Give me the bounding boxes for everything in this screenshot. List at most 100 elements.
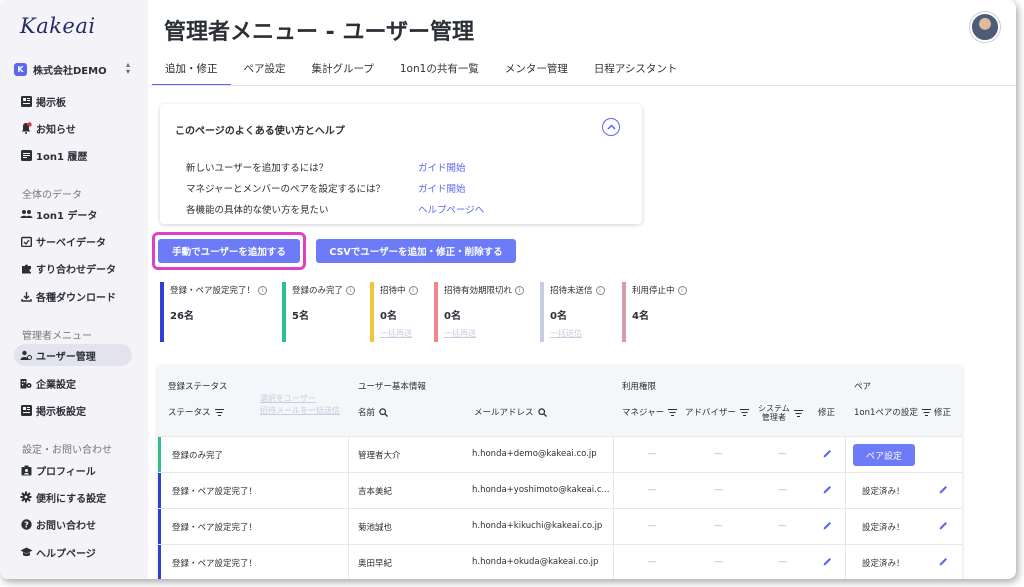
cell-status: 登録・ペア設定完了！: [172, 523, 258, 533]
sidebar-item-downloads[interactable]: 各種ダウンロード: [14, 285, 132, 307]
header-pair-setting[interactable]: 1on1ペアの設定: [854, 406, 931, 418]
header-label: マネジャー: [622, 408, 665, 418]
table-row[interactable]: 登録・ペア設定完了！ 奥田早紀 h.honda+okuda@kakeai.co.…: [158, 544, 962, 579]
sidebar-item-label: お問い合わせ: [36, 520, 96, 532]
pair-settings-button[interactable]: ペア設定: [853, 444, 915, 466]
cell-name: 菊池誠也: [358, 523, 393, 533]
info-icon[interactable]: i: [408, 285, 418, 295]
cell-advisor: —: [714, 521, 723, 531]
header-manager[interactable]: マネジャー: [622, 406, 678, 418]
select-user-link[interactable]: 選択をユーザー: [260, 393, 316, 404]
app-logo[interactable]: Kakeai: [20, 14, 96, 38]
sidebar-item-contact[interactable]: ? お問い合わせ: [14, 513, 132, 535]
cell-sysadmin: —: [778, 557, 787, 567]
group-header-basic-info: ユーザー基本情報: [358, 382, 426, 392]
info-icon[interactable]: i: [595, 285, 605, 295]
sidebar-item-1on1-history[interactable]: 1on1 履歴: [14, 144, 132, 166]
pencil-icon[interactable]: [938, 484, 949, 495]
search-icon[interactable]: [379, 407, 388, 417]
sidebar-item-board-settings[interactable]: 掲示板設定: [14, 399, 132, 421]
tab-add-edit[interactable]: 追加・修正: [152, 58, 231, 86]
header-status[interactable]: ステータス: [168, 406, 224, 418]
header-label: 管理者: [761, 413, 786, 422]
sidebar-item-label: サーベイデータ: [36, 237, 106, 249]
sidebar-item-user-management[interactable]: ユーザー管理: [14, 344, 132, 366]
section-label-admin: 管理者メニュー: [22, 331, 92, 342]
stat-invite-expired[interactable]: 招待有効期限切れ i 0名 一括再送: [434, 282, 534, 342]
manual-add-user-button[interactable]: 手動でユーザーを追加する: [158, 239, 300, 263]
filter-icon[interactable]: [668, 408, 678, 416]
info-icon[interactable]: i: [258, 285, 268, 295]
search-icon[interactable]: [537, 407, 547, 417]
company-switcher[interactable]: K 株式会社DEMO ▴ ▾: [14, 60, 134, 78]
sidebar-item-profile[interactable]: プロフィール: [14, 459, 132, 481]
collapse-help-button[interactable]: [602, 118, 620, 136]
stat-registered-only[interactable]: 登録のみ完了 i 5名: [282, 282, 372, 342]
sidebar-item-news[interactable]: お知らせ: [14, 117, 132, 139]
bulk-resend-link[interactable]: 一括再送: [380, 328, 412, 339]
section-label-settings: 設定・お問い合わせ: [22, 445, 112, 456]
sidebar-item-help-page[interactable]: ヘルプページ: [14, 541, 132, 563]
sidebar-item-label: すり合わせデータ: [36, 264, 116, 276]
stat-inviting[interactable]: 招待中 i 0名 一括再送: [370, 282, 430, 342]
pencil-icon[interactable]: [822, 556, 833, 567]
pencil-icon[interactable]: [822, 520, 833, 531]
sidebar-item-label: 1on1 履歴: [36, 151, 88, 163]
survey-icon: [18, 233, 34, 249]
pencil-icon[interactable]: [938, 520, 949, 531]
people-icon: [18, 206, 34, 222]
avatar[interactable]: [970, 12, 1000, 42]
stat-value: 4名: [632, 311, 649, 322]
chevron-updown-icon[interactable]: ▴ ▾: [126, 61, 130, 76]
bulk-send-link[interactable]: 一括送信: [550, 328, 582, 339]
header-advisor[interactable]: アドバイザー: [685, 406, 750, 418]
tab-aggregate-groups[interactable]: 集計グループ: [299, 58, 387, 86]
csv-import-button[interactable]: CSVでユーザーを追加・修正・削除する: [316, 239, 516, 263]
stat-suspended[interactable]: 利用停止中 i 4名: [622, 282, 702, 342]
info-icon[interactable]: i: [677, 285, 687, 295]
sidebar-item-label: 掲示板: [36, 97, 66, 109]
info-icon[interactable]: i: [346, 285, 356, 295]
filter-icon[interactable]: [214, 408, 224, 416]
info-icon[interactable]: i: [515, 285, 525, 295]
guide-start-link-add-user[interactable]: ガイド開始: [418, 160, 466, 174]
graduation-cap-icon: [18, 544, 34, 560]
cell-manager: —: [648, 485, 657, 495]
stat-invite-unsent[interactable]: 招待未送信 i 0名 一括送信: [540, 282, 620, 342]
stat-value: 0名: [444, 311, 461, 322]
bulk-send-invite-link[interactable]: 招待メールを一括送信: [260, 405, 340, 416]
guide-start-link-pair[interactable]: ガイド開始: [418, 181, 466, 195]
stat-color-bar: [540, 282, 544, 342]
cell-email: h.honda+okuda@kakeai.co.jp: [472, 557, 599, 567]
header-label: アドバイザー: [685, 408, 737, 418]
filter-icon[interactable]: [921, 408, 931, 416]
sidebar-item-1on1-data[interactable]: 1on1 データ: [14, 203, 132, 225]
tab-pair-settings[interactable]: ペア設定: [231, 58, 299, 86]
cell-email: h.honda+kikuchi@kakeai.co.jp: [472, 521, 603, 531]
cell-pair-status: 設定済み！: [862, 523, 905, 533]
user-table: 登録ステータス ユーザー基本情報 利用権限 ペア 選択をユーザー 招待メールを一…: [158, 366, 962, 579]
sidebar-item-company-settings[interactable]: 企業設定: [14, 372, 132, 394]
tab-1on1-share-list[interactable]: 1on1の共有一覧: [387, 58, 492, 86]
filter-icon[interactable]: [740, 408, 750, 416]
sidebar-item-alignment-data[interactable]: すり合わせデータ: [14, 257, 132, 279]
header-email[interactable]: メールアドレス: [474, 406, 547, 418]
tab-schedule-assistant[interactable]: 日程アシスタント: [581, 58, 691, 86]
pencil-icon[interactable]: [822, 484, 833, 495]
table-row[interactable]: 登録・ペア設定完了！ 吉本美紀 h.honda+yoshimoto@kakeai…: [158, 472, 962, 509]
tab-mentor-management[interactable]: メンター管理: [492, 58, 581, 86]
stat-registered-paired[interactable]: 登録・ペア設定完了！ i 26名: [160, 282, 280, 342]
header-system-admin[interactable]: システム 管理者: [758, 404, 803, 422]
bulk-resend-link[interactable]: 一括再送: [444, 328, 476, 339]
cell-status: 登録・ペア設定完了！: [172, 559, 258, 569]
header-name[interactable]: 名前: [358, 406, 388, 418]
sidebar-item-board[interactable]: 掲示板: [14, 90, 132, 112]
filter-icon[interactable]: [793, 409, 803, 417]
table-row[interactable]: 登録・ペア設定完了！ 菊池誠也 h.honda+kikuchi@kakeai.c…: [158, 508, 962, 545]
sidebar-item-survey-data[interactable]: サーベイデータ: [14, 230, 132, 252]
pencil-icon[interactable]: [822, 448, 833, 459]
sidebar-item-convenience-settings[interactable]: 便利にする設定: [14, 486, 132, 508]
table-row[interactable]: 登録のみ完了 管理者大介 h.honda+demo@kakeai.co.jp —…: [158, 436, 962, 473]
pencil-icon[interactable]: [938, 556, 949, 567]
help-page-link[interactable]: ヘルプページへ: [418, 202, 484, 216]
